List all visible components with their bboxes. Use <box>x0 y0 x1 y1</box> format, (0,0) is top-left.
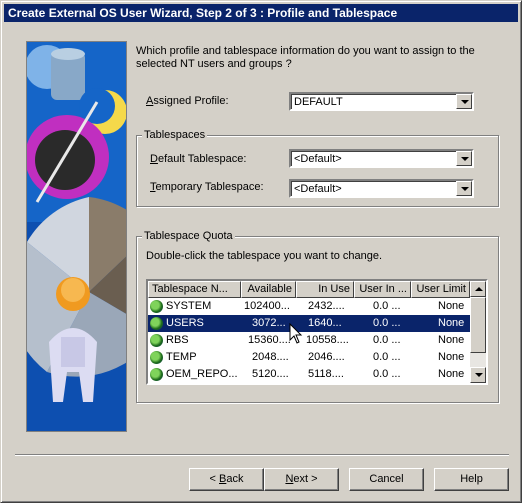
user-in-value: 0.0 ... <box>373 334 401 346</box>
temporary-tablespace-value: <Default> <box>294 183 342 195</box>
help-button[interactable]: Help <box>434 468 509 491</box>
tablespace-name: RBS <box>166 334 189 346</box>
tablespace-name: TEMP <box>166 351 197 363</box>
in-use-value: 5118.... <box>308 368 344 380</box>
available-value: 102400... <box>244 300 290 312</box>
chevron-down-icon[interactable] <box>456 181 472 196</box>
database-icon <box>150 300 163 313</box>
column-header-user-in[interactable]: User In ... <box>354 281 411 298</box>
question-line-2: selected NT users and groups ? <box>136 58 292 70</box>
user-in-value: 0.0 ... <box>373 351 401 363</box>
column-header-tablespace-name[interactable]: Tablespace N... <box>148 281 241 298</box>
in-use-value: 1640... <box>308 317 342 329</box>
available-value: 3072... <box>252 317 286 329</box>
column-header-available[interactable]: Available <box>241 281 296 298</box>
assigned-profile-label: Assigned Profile: <box>146 95 229 107</box>
user-limit-value: None <box>438 351 465 363</box>
scroll-up-button[interactable] <box>470 281 486 297</box>
wizard-illustration <box>26 41 127 432</box>
default-tablespace-select[interactable]: <Default> <box>289 149 474 168</box>
tablespace-name: OEM_REPO... <box>166 368 238 380</box>
table-row[interactable]: USERS 3072... 1640... 0.0 ... None <box>148 315 470 332</box>
available-value: 5120.... <box>252 368 289 380</box>
column-header-in-use[interactable]: In Use <box>296 281 354 298</box>
in-use-value: 2432.... <box>308 300 345 312</box>
table-row[interactable]: RBS 15360.... 10558.... 0.0 ... None <box>148 332 470 349</box>
tablespace-quota-group-label: Tablespace Quota <box>142 230 235 242</box>
scroll-thumb[interactable] <box>470 297 486 353</box>
question-line-1: Which profile and tablespace information… <box>136 45 475 57</box>
scroll-down-button[interactable] <box>470 367 486 383</box>
user-in-value: 0.0 ... <box>373 368 401 380</box>
user-limit-value: None <box>438 368 465 380</box>
table-row[interactable]: SYSTEM 102400... 2432.... 0.0 ... None <box>148 298 470 315</box>
user-limit-value: None <box>438 317 465 329</box>
user-limit-value: None <box>438 300 465 312</box>
button-separator <box>15 454 509 456</box>
tablespaces-group-label: Tablespaces <box>142 129 208 141</box>
window-title: Create External OS User Wizard, Step 2 o… <box>4 4 518 22</box>
default-tablespace-value: <Default> <box>294 153 342 165</box>
temporary-tablespace-label: Temporary Tablespace: <box>150 181 264 193</box>
assigned-profile-select[interactable]: DEFAULT <box>289 92 474 111</box>
tablespace-name: SYSTEM <box>166 300 212 312</box>
user-in-value: 0.0 ... <box>373 317 401 329</box>
next-button[interactable]: Next > <box>264 468 339 491</box>
chevron-down-icon[interactable] <box>456 94 472 109</box>
column-header-user-limit[interactable]: User Limit <box>411 281 470 298</box>
available-value: 15360.... <box>248 334 291 346</box>
database-icon <box>150 368 163 381</box>
quota-instruction: Double-click the tablespace you want to … <box>146 250 383 262</box>
available-value: 2048.... <box>252 351 289 363</box>
in-use-value: 10558.... <box>306 334 349 346</box>
user-in-value: 0.0 ... <box>373 300 401 312</box>
wizard-illustration-art <box>27 42 126 431</box>
wizard-window: Create External OS User Wizard, Step 2 o… <box>0 0 522 503</box>
tablespace-quota-list[interactable]: Tablespace N... Available In Use User In… <box>146 279 488 385</box>
table-row[interactable]: OEM_REPO... 5120.... 5118.... 0.0 ... No… <box>148 366 470 383</box>
in-use-value: 2046.... <box>308 351 345 363</box>
back-button[interactable]: < Back <box>189 468 264 491</box>
database-icon <box>150 334 163 347</box>
chevron-down-icon[interactable] <box>456 151 472 166</box>
database-icon <box>150 317 163 330</box>
user-limit-value: None <box>438 334 465 346</box>
tablespace-name: USERS <box>166 317 204 329</box>
cancel-button[interactable]: Cancel <box>349 468 424 491</box>
temporary-tablespace-select[interactable]: <Default> <box>289 179 474 198</box>
table-row[interactable]: TEMP 2048.... 2046.... 0.0 ... None <box>148 349 470 366</box>
assigned-profile-value: DEFAULT <box>294 96 343 108</box>
default-tablespace-label: Default Tablespace: <box>150 153 247 165</box>
database-icon <box>150 351 163 364</box>
list-scrollbar[interactable] <box>470 281 486 383</box>
mouse-cursor-icon <box>289 323 303 344</box>
